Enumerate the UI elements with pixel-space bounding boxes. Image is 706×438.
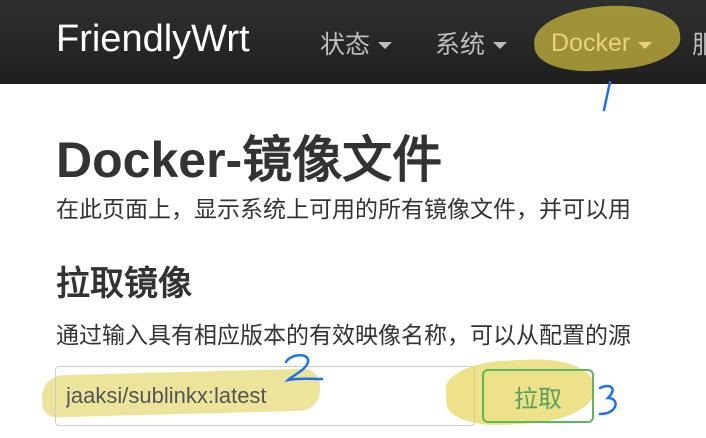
nav-item-docker[interactable]: Docker [551,26,653,60]
top-navbar: FriendlyWrt 状态 系统 Docker 服 [0,0,706,84]
pull-image-section-title: 拉取镜像 [56,265,192,303]
annotation-mark-1 [602,80,612,112]
nav-item-label: 状态 [320,31,371,59]
image-name-input[interactable] [55,366,475,426]
page-description: 在此页面上，显示系统上可用的所有镜像文件，并可以用 [56,196,631,222]
nav-item-system[interactable]: 系统 [435,26,508,60]
nav-item-label: 服 [692,31,706,59]
nav-item-status[interactable]: 状态 [320,26,393,60]
caret-down-icon [378,41,393,49]
pull-image-section-description: 通过输入具有相应版本的有效映像名称，可以从配置的源 [56,322,631,348]
caret-down-icon [638,41,653,49]
annotation-mark-3 [598,384,617,416]
annotation-mark-2 [284,354,324,383]
page-title: Docker-镜像文件 [56,132,443,188]
nav-item-services[interactable]: 服 [692,26,706,60]
nav-item-label: Docker [551,28,631,57]
brand-logo[interactable]: FriendlyWrt [56,18,250,61]
caret-down-icon [493,41,508,49]
nav-item-label: 系统 [435,31,486,59]
pull-button[interactable]: 拉取 [482,369,594,423]
